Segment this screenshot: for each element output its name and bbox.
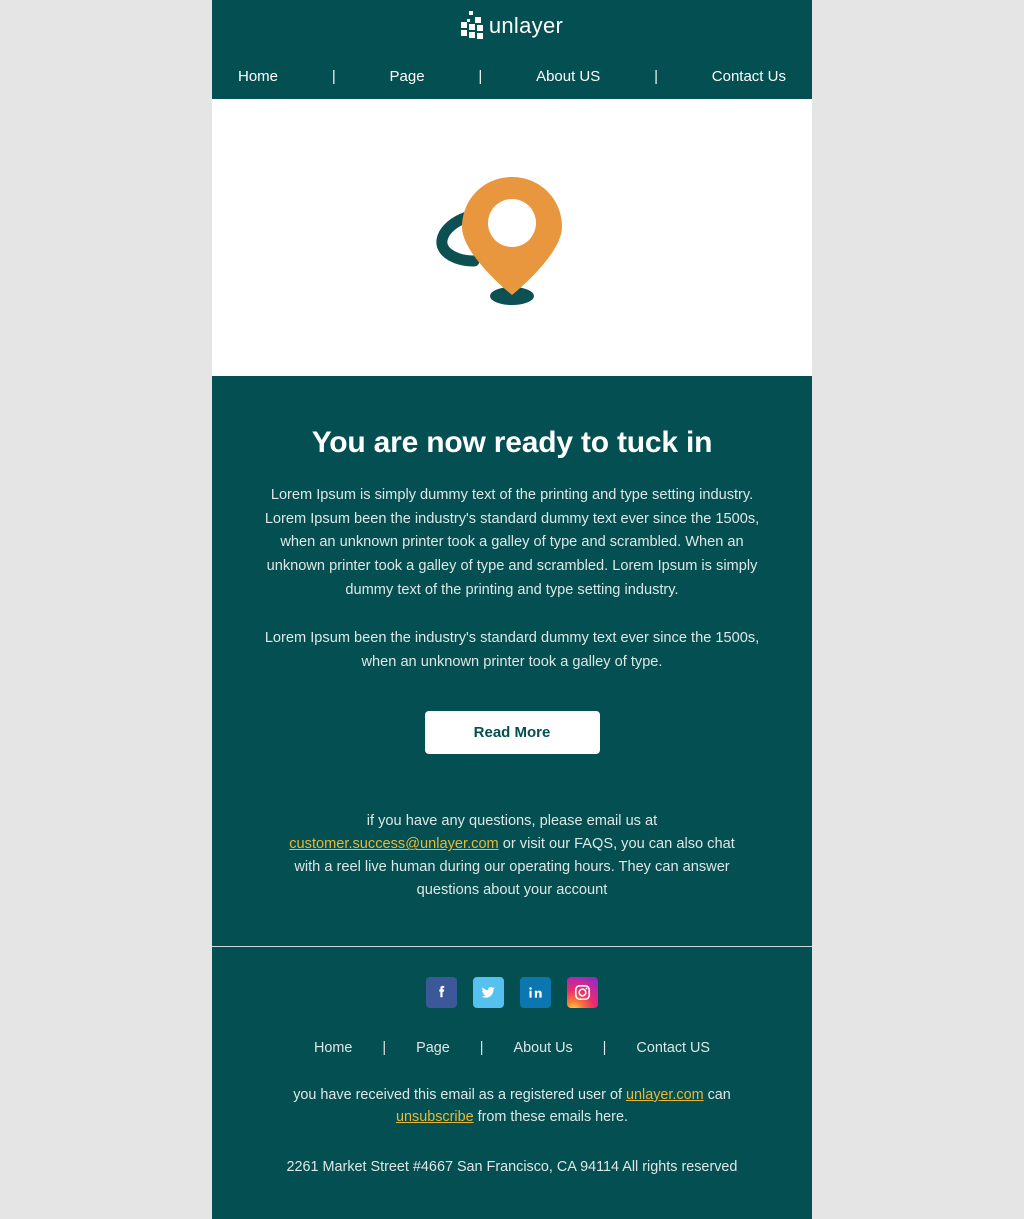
footer-navigation: Home | Page | About Us | Contact US <box>250 1040 774 1056</box>
social-links-row <box>250 976 774 1008</box>
footer-nav-separator: | <box>602 1039 607 1056</box>
footer-nav-item-home[interactable]: Home <box>314 1040 352 1056</box>
facebook-icon[interactable] <box>426 976 457 1008</box>
unsubscribe-link[interactable]: unsubscribe <box>396 1109 474 1125</box>
contact-text-before: if you have any questions, please email … <box>366 813 658 830</box>
nav-item-contact-us[interactable]: Contact Us <box>712 68 786 85</box>
hero-image-section <box>212 99 812 377</box>
brand-logo[interactable]: unlayer <box>460 11 564 41</box>
read-more-button-wrapper: Read More <box>250 711 774 755</box>
brand-logo-text: unlayer <box>488 13 564 39</box>
footer-address: 2261 Market Street #4667 San Francisco, … <box>286 1159 738 1176</box>
linkedin-icon[interactable] <box>520 976 551 1008</box>
nav-separator: | <box>478 67 483 85</box>
read-more-button[interactable]: Read More <box>424 711 600 755</box>
footer-nav-item-page[interactable]: Page <box>416 1040 450 1056</box>
registered-text-before: you have received this email as a regist… <box>293 1086 626 1103</box>
instagram-icon[interactable] <box>567 976 598 1008</box>
registered-text-after: from these emails here. <box>473 1109 628 1126</box>
top-navigation: Home | Page | About US | Contact Us <box>212 53 812 100</box>
twitter-icon[interactable] <box>473 976 504 1008</box>
email-footer: Home | Page | About Us | Contact US you … <box>212 946 812 1219</box>
footer-nav-separator: | <box>382 1039 387 1056</box>
page-title: You are now ready to tuck in <box>311 426 713 460</box>
footer-nav-separator: | <box>479 1039 484 1056</box>
registered-text-mid: can <box>703 1086 731 1103</box>
map-location-pin-illustration-icon <box>436 177 562 306</box>
page-canvas: unlayer Home | Page | About US | Contact… <box>0 0 1024 1219</box>
unlayer-website-link[interactable]: unlayer.com <box>626 1087 704 1103</box>
nav-separator: | <box>654 67 658 85</box>
main-content-section: You are now ready to tuck in Lorem Ipsum… <box>212 376 812 946</box>
nav-item-home[interactable]: Home <box>238 68 278 85</box>
footer-nav-item-contact-us[interactable]: Contact US <box>636 1040 710 1056</box>
nav-item-about-us[interactable]: About US <box>536 68 600 85</box>
support-email-link[interactable]: customer.success@unlayer.com <box>289 836 498 852</box>
body-paragraph-1: Lorem Ipsum is simply dummy text of the … <box>264 486 760 598</box>
registered-user-paragraph: you have received this email as a regist… <box>277 1084 747 1129</box>
footer-nav-item-about-us[interactable]: About Us <box>513 1040 572 1056</box>
nav-item-page[interactable]: Page <box>390 68 425 85</box>
contact-paragraph: if you have any questions, please email … <box>277 810 747 902</box>
email-body: unlayer Home | Page | About US | Contact… <box>212 0 812 1219</box>
body-paragraph-2: Lorem Ipsum been the industry's standard… <box>264 629 760 670</box>
nav-separator: | <box>331 67 336 85</box>
email-header: unlayer <box>212 0 812 53</box>
unlayer-mosaic-logo-icon <box>460 11 483 41</box>
